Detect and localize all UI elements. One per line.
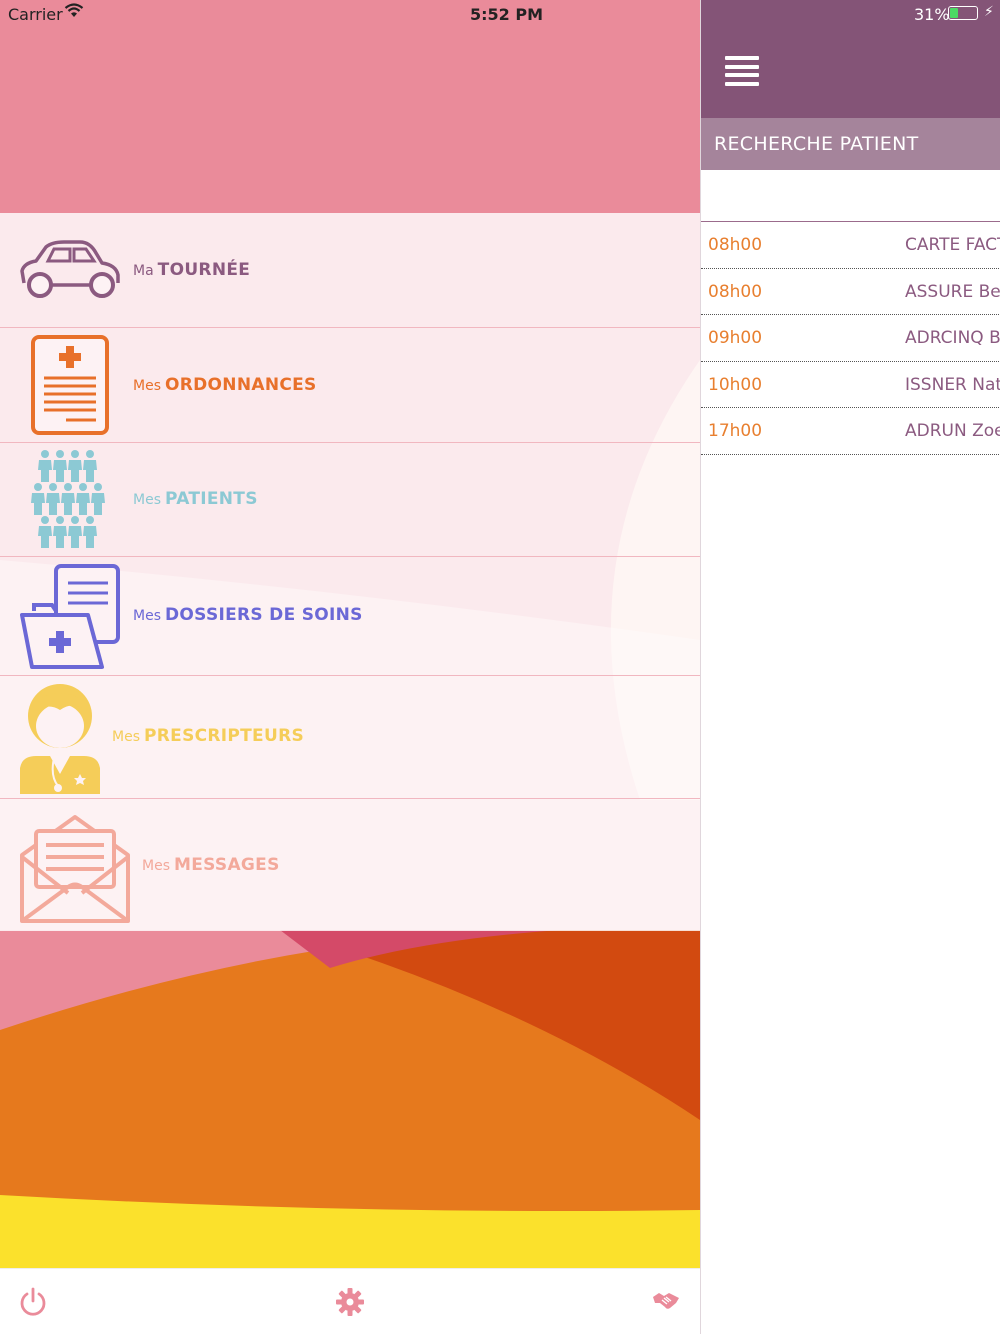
- appointment-patient-name: CARTE FACT: [905, 235, 1000, 255]
- menu-title: TOURNÉE: [157, 260, 251, 280]
- people-icon: [31, 450, 105, 548]
- appointment-row[interactable]: 09h00 ADRCINQ B: [701, 315, 1000, 362]
- hamburger-bar: [725, 73, 759, 77]
- menu-title: PATIENTS: [165, 489, 258, 509]
- menu-title: MESSAGES: [174, 855, 280, 875]
- menu-label-prescripteurs: Mes PRESCRIPTEURS: [112, 726, 304, 746]
- power-icon[interactable]: [18, 1287, 48, 1321]
- menu-prefix: Mes: [133, 608, 161, 624]
- status-bar: Carrier 5:52 PM 31% ⚡: [0, 0, 1000, 28]
- appointment-patient-name: ISSNER Nat: [905, 374, 1000, 395]
- bottom-toolbar: [0, 1268, 700, 1334]
- prescription-icon: [31, 335, 109, 435]
- appointment-patient-name: ADRUN Zoe: [905, 421, 1000, 441]
- person-figure: [38, 450, 52, 482]
- person-figure: [68, 516, 82, 548]
- patient-search-input[interactable]: [701, 170, 1000, 222]
- appointment-time: 17h00: [708, 421, 763, 441]
- person-figure: [53, 516, 67, 548]
- battery-icon: [948, 6, 978, 20]
- menu-prefix: Mes: [112, 729, 140, 745]
- search-title: RECHERCHE PATIENT: [701, 118, 1000, 170]
- wifi-icon: [64, 3, 84, 23]
- clock-time: 5:52 PM: [470, 5, 544, 24]
- person-figure: [38, 516, 52, 548]
- doctor-icon: [20, 684, 100, 794]
- person-figure: [68, 450, 82, 482]
- person-figure: [46, 483, 60, 515]
- menu-title: PRESCRIPTEURS: [144, 726, 305, 746]
- menu-title: DOSSIERS DE SOINS: [165, 605, 363, 625]
- hamburger-bar: [725, 56, 759, 60]
- menu-title: ORDONNANCES: [165, 375, 317, 395]
- appointment-row[interactable]: 10h00 ISSNER Nat: [701, 362, 1000, 408]
- menu-item-prescripteurs[interactable]: Mes PRESCRIPTEURS: [0, 676, 700, 799]
- appointment-time: 08h00: [708, 235, 763, 255]
- car-icon: [20, 240, 120, 298]
- hamburger-bar: [725, 64, 759, 69]
- hamburger-bar: [725, 81, 759, 86]
- charging-icon: ⚡: [984, 4, 994, 20]
- menu-item-messages[interactable]: Mes MESSAGES: [0, 799, 700, 931]
- menu-label-patients: Mes PATIENTS: [133, 489, 258, 509]
- menu-label-ordonnances: Mes ORDONNANCES: [133, 375, 317, 395]
- person-figure: [31, 483, 45, 515]
- menu-prefix: Mes: [142, 858, 170, 874]
- menu-prefix: Ma: [133, 263, 154, 279]
- battery-percent: 31%: [914, 5, 950, 24]
- person-figure: [83, 516, 97, 548]
- envelope-icon: [20, 815, 130, 923]
- appointment-row[interactable]: 17h00 ADRUN Zoe: [701, 408, 1000, 455]
- menu-item-dossiers[interactable]: Mes DOSSIERS DE SOINS: [0, 557, 700, 676]
- appointment-list: 08h00 CARTE FACT 08h00 ASSURE Be 09h00 ADRCIN…: [701, 222, 1000, 455]
- person-figure: [61, 483, 75, 515]
- gear-icon[interactable]: [335, 1287, 365, 1321]
- menu-label-tournee: Ma TOURNÉE: [133, 260, 250, 280]
- handshake-icon[interactable]: [652, 1289, 680, 1317]
- battery-fill: [950, 8, 958, 18]
- carrier-label: Carrier: [8, 5, 63, 24]
- person-figure: [53, 450, 67, 482]
- main-menu-panel: Ma TOURNÉE Mes ORDONNANCES Mes PATIENTS …: [0, 0, 700, 1334]
- appointment-patient-name: ASSURE Be: [905, 281, 1000, 302]
- patient-search-panel: RECHERCHE PATIENT 08h00 CARTE FACT 08h00 AS…: [700, 0, 1000, 1334]
- appointment-patient-name: ADRCINQ B: [905, 328, 1000, 348]
- appointment-row[interactable]: 08h00 ASSURE Be: [701, 269, 1000, 315]
- menu-prefix: Mes: [133, 492, 161, 508]
- appointment-time: 10h00: [708, 374, 763, 395]
- person-figure: [91, 483, 105, 515]
- menu-label-dossiers: Mes DOSSIERS DE SOINS: [133, 605, 363, 625]
- person-figure: [83, 450, 97, 482]
- appointment-time: 08h00: [708, 281, 763, 302]
- appointment-row[interactable]: 08h00 CARTE FACT: [701, 222, 1000, 269]
- menu-item-ordonnances[interactable]: Mes ORDONNANCES: [0, 328, 700, 443]
- appointment-time: 09h00: [708, 328, 763, 348]
- person-figure: [76, 483, 90, 515]
- menu-item-patients[interactable]: Mes PATIENTS: [0, 443, 700, 557]
- menu-list: Ma TOURNÉE Mes ORDONNANCES Mes PATIENTS …: [0, 213, 700, 931]
- menu-label-messages: Mes MESSAGES: [142, 855, 280, 875]
- menu-item-tournee[interactable]: Ma TOURNÉE: [0, 213, 700, 328]
- hamburger-menu-icon[interactable]: [725, 56, 759, 86]
- folder-icon: [20, 564, 120, 669]
- menu-prefix: Mes: [133, 378, 161, 394]
